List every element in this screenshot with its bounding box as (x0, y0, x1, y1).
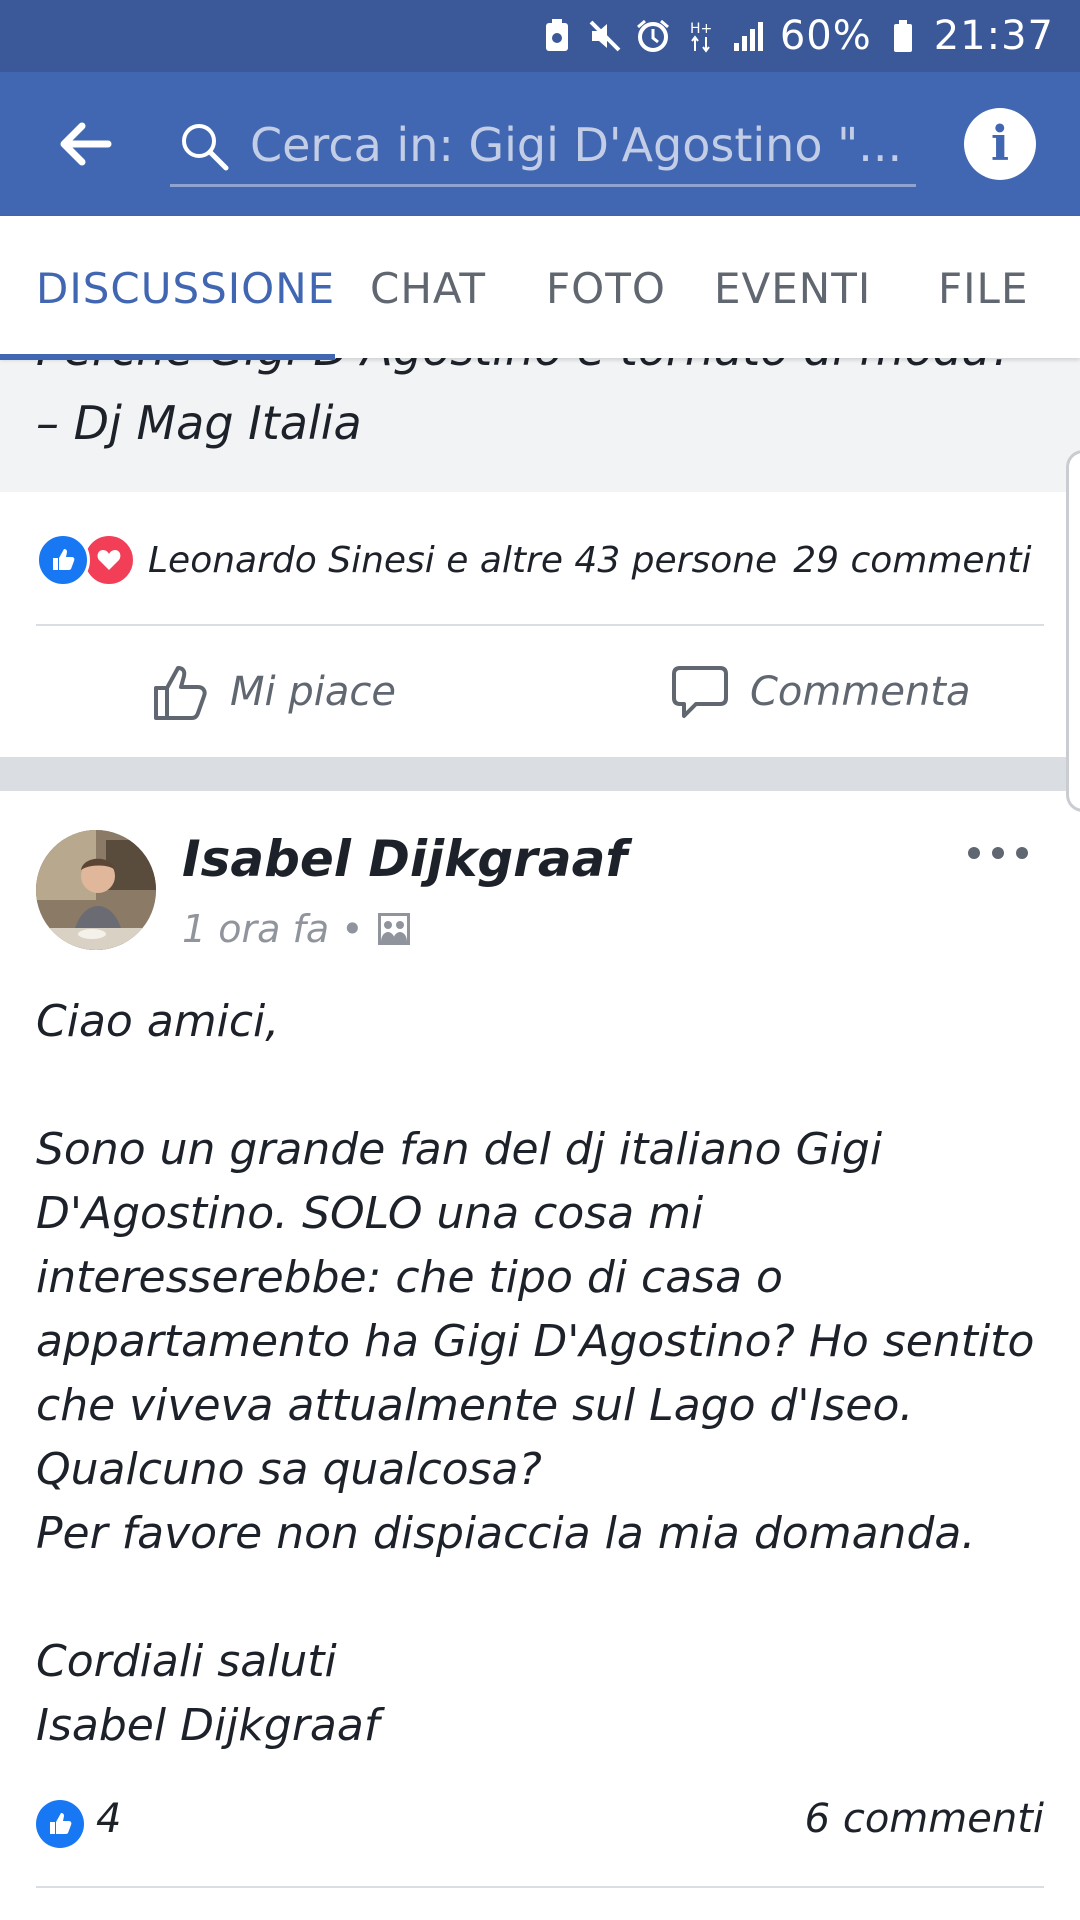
info-button[interactable]: i (964, 108, 1036, 180)
thumbs-up-icon (154, 666, 207, 720)
post-signature: Isabel Dijkgraaf (36, 1700, 380, 1751)
back-button[interactable] (52, 112, 116, 176)
divider (36, 624, 1044, 626)
tab-file[interactable]: FILE (938, 264, 1028, 313)
meta-separator: • (341, 907, 364, 951)
more-dot-icon (992, 847, 1004, 859)
mute-icon (588, 19, 622, 53)
search-placeholder: Cerca in: Gigi D'Agostino "... (250, 118, 903, 172)
post-paragraph: Per favore non dispiaccia la mia domanda… (36, 1508, 976, 1559)
post-meta: 1 ora fa • (182, 904, 412, 954)
feed-separator (0, 757, 1080, 791)
post-paragraph: Sono un grande fan del dj italiano Gigi … (36, 1124, 1035, 1495)
post-greeting: Ciao amici, (36, 996, 280, 1047)
battery-percent: 60% (779, 13, 872, 59)
likes-count[interactable]: 4 (96, 1796, 121, 1842)
comments-count[interactable]: 29 commenti (793, 540, 1031, 581)
link-title-line2: – Dj Mag Italia (36, 396, 362, 450)
post-closing: Cordiali saluti (36, 1636, 337, 1687)
author-name[interactable]: Isabel Dijkgraaf (182, 830, 627, 888)
active-tab-indicator (0, 354, 335, 360)
search-icon (178, 120, 230, 172)
comment-button[interactable]: Commenta (670, 652, 971, 732)
group-photo-icon (377, 913, 410, 945)
tab-eventi[interactable]: EVENTI (714, 264, 871, 313)
like-label: Mi piace (230, 669, 396, 715)
tab-foto[interactable]: FOTO (546, 264, 666, 313)
signal-icon (732, 19, 766, 53)
tab-chat[interactable]: CHAT (370, 264, 486, 313)
search-input[interactable]: Cerca in: Gigi D'Agostino "... (170, 106, 916, 187)
more-dot-icon (1016, 847, 1028, 859)
alarm-icon (636, 19, 670, 53)
hplus-data-icon: H+ (684, 19, 718, 53)
clock: 21:37 (933, 13, 1054, 59)
link-title-line1: Perché Gigi D'Agostino è tornato di moda… (36, 358, 1014, 376)
battery-saver-icon (540, 19, 574, 53)
scrollbar-handle[interactable] (1066, 450, 1080, 812)
back-arrow-icon (60, 122, 112, 166)
battery-icon (886, 19, 920, 53)
like-reaction-icon (36, 533, 90, 587)
link-preview[interactable]: Perché Gigi D'Agostino è tornato di moda… (0, 358, 1080, 492)
more-options-button[interactable] (968, 836, 1028, 870)
more-dot-icon (968, 847, 980, 859)
divider (36, 1886, 1044, 1888)
tab-discussione[interactable]: DISCUSSIONE (36, 264, 335, 313)
love-reaction-icon (82, 533, 136, 587)
reactions-summary[interactable]: Leonardo Sinesi e altre 43 persone 29 co… (36, 532, 1056, 588)
reactions-text: Leonardo Sinesi e altre 43 persone (148, 539, 778, 581)
comment-label: Commenta (750, 669, 971, 715)
app-bar: Cerca in: Gigi D'Agostino "... i (0, 72, 1080, 216)
post-time[interactable]: 1 ora fa (182, 907, 329, 951)
comment-icon (672, 666, 728, 718)
like-reaction-icon (36, 1800, 84, 1848)
status-bar: H+ 60% 21:37 (0, 0, 1080, 72)
like-button[interactable]: Mi piace (150, 652, 396, 732)
avatar[interactable] (36, 830, 156, 950)
comments-count[interactable]: 6 commenti (805, 1796, 1044, 1842)
group-tabs: DISCUSSIONE CHAT FOTO EVENTI FILE (0, 216, 1080, 358)
post-body: Ciao amici, Sono un grande fan del dj it… (36, 990, 1046, 1758)
info-icon: i (990, 116, 1010, 172)
svg-text:H+: H+ (690, 21, 712, 37)
